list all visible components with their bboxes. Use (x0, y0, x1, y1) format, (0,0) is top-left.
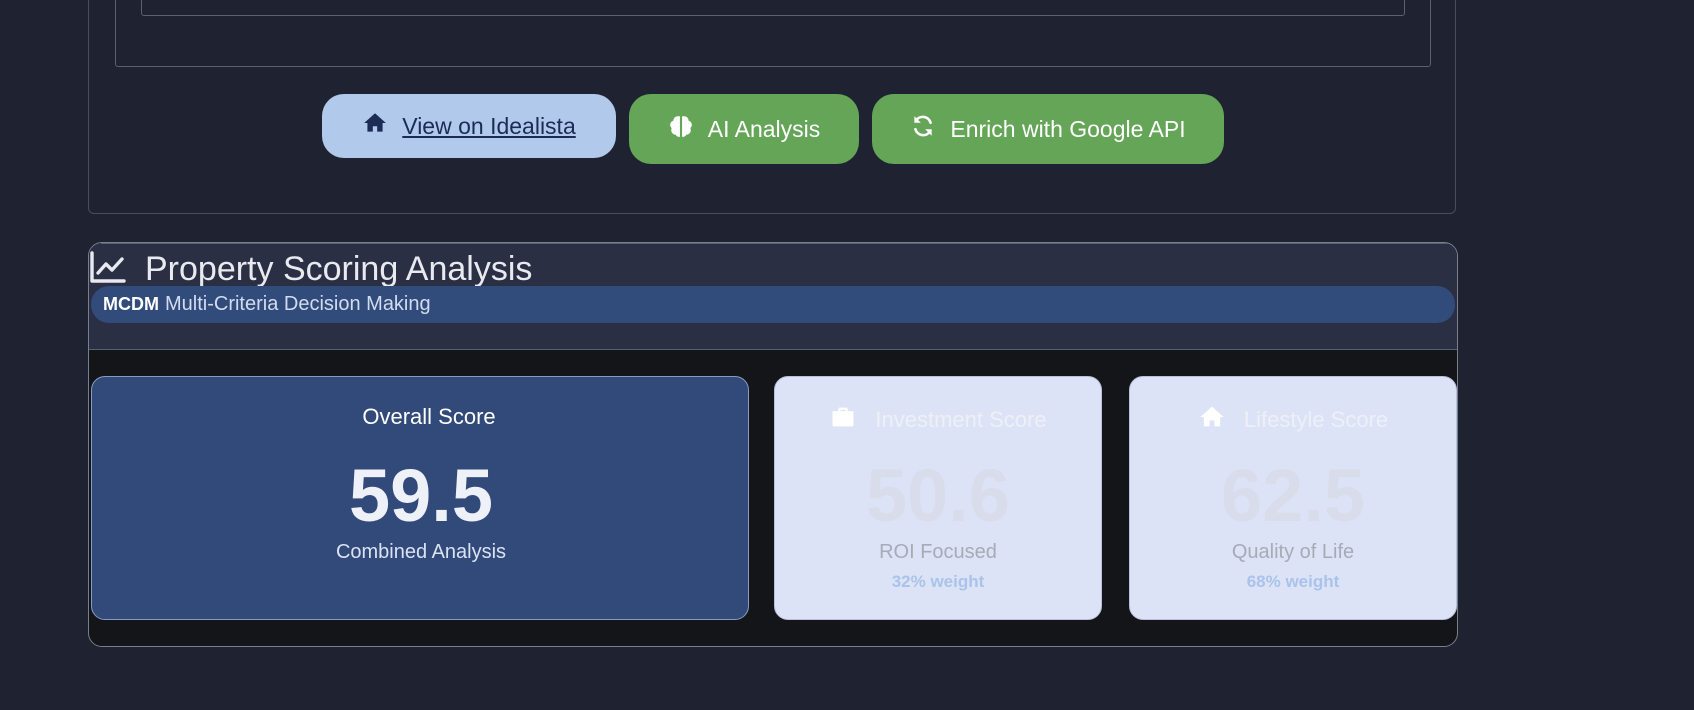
details-field (141, 0, 1405, 16)
mcdm-description: Multi-Criteria Decision Making (165, 293, 431, 315)
lifestyle-score-value: 62.5 (1220, 454, 1366, 537)
view-on-idealista-label: View on Idealista (402, 112, 576, 139)
lifestyle-score-label: Lifestyle Score (1243, 407, 1389, 432)
lifestyle-weight: 68% weight (1246, 572, 1340, 591)
chart-line-icon (89, 250, 127, 289)
enrich-google-api-button[interactable]: Enrich with Google API (872, 94, 1224, 164)
refresh-icon (910, 113, 936, 145)
investment-score-subtitle: ROI Focused (879, 541, 997, 563)
overall-score-label: Overall Score (362, 404, 496, 429)
scoring-title: Property Scoring Analysis (145, 249, 533, 288)
home-icon (362, 110, 388, 142)
enrich-google-api-label: Enrich with Google API (950, 115, 1186, 142)
investment-score-card: Investment Score 50.6 ROI Focused 32% we… (774, 376, 1102, 620)
header-divider (101, 243, 1457, 244)
ai-analysis-button[interactable]: AI Analysis (629, 94, 859, 164)
investment-score-value: 50.6 (865, 454, 1011, 537)
view-on-idealista-button[interactable]: View on Idealista (322, 94, 616, 158)
brain-icon (668, 113, 694, 145)
scoring-title-row: Property Scoring Analysis (89, 247, 532, 291)
mcdm-tag: MCDM (103, 294, 159, 314)
overall-score-value: 59.5 (348, 454, 494, 537)
ai-analysis-label: AI Analysis (707, 115, 821, 142)
home-icon (1198, 403, 1226, 437)
mcdm-banner: MCDM Multi-Criteria Decision Making (91, 286, 1455, 323)
scoring-header: Property Scoring Analysis MCDM Multi-Cri… (89, 243, 1457, 350)
lifestyle-score-subtitle: Quality of Life (1231, 541, 1355, 563)
lifestyle-score-header: Lifestyle Score (1130, 403, 1456, 437)
property-scoring-section: Property Scoring Analysis MCDM Multi-Cri… (88, 242, 1458, 647)
briefcase-icon (829, 403, 857, 437)
investment-score-header: Investment Score (775, 403, 1101, 437)
investment-weight: 32% weight (891, 572, 985, 591)
lifestyle-score-card: Lifestyle Score 62.5 Quality of Life 68%… (1129, 376, 1457, 620)
overall-score-subtitle: Combined Analysis (335, 541, 507, 563)
investment-score-label: Investment Score (875, 407, 1047, 432)
overall-score-card: Overall Score 59.5 Combined Analysis (91, 376, 749, 620)
